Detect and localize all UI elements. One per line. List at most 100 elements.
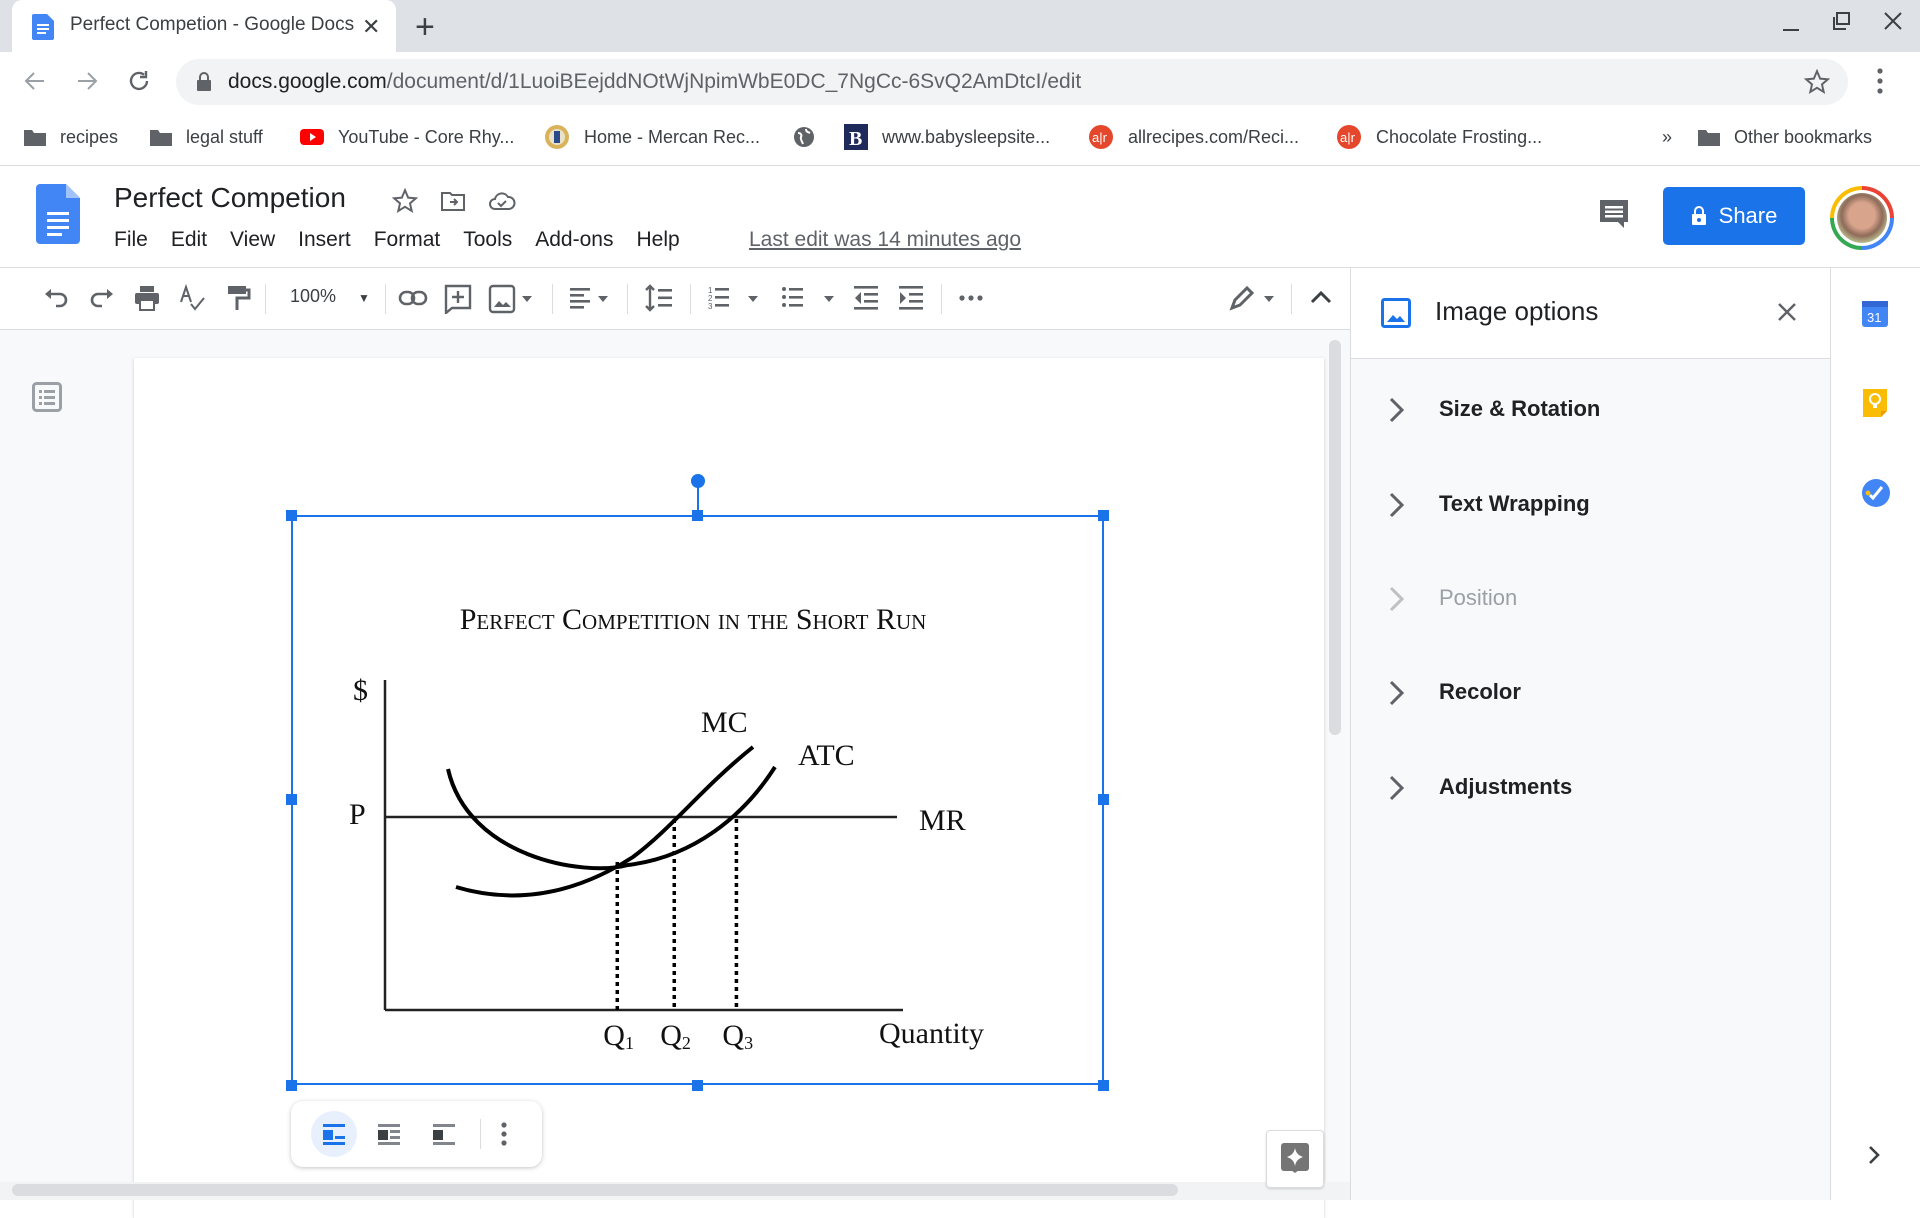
expand-panel-icon[interactable] bbox=[1867, 1144, 1883, 1166]
resize-handle-w[interactable] bbox=[286, 794, 297, 805]
avatar-photo bbox=[1837, 193, 1887, 243]
image-icon bbox=[1381, 298, 1411, 328]
move-to-folder-icon[interactable] bbox=[440, 188, 466, 214]
section-label: Size & Rotation bbox=[1439, 396, 1601, 421]
undo-icon[interactable] bbox=[42, 284, 70, 312]
collapse-menus-icon[interactable] bbox=[1308, 284, 1334, 310]
insert-link-icon[interactable] bbox=[398, 284, 428, 312]
window-close-icon[interactable] bbox=[1882, 10, 1904, 32]
tab-close-icon[interactable]: ✕ bbox=[362, 14, 380, 40]
account-avatar[interactable] bbox=[1830, 186, 1894, 250]
editing-mode-icon[interactable] bbox=[1228, 284, 1278, 312]
allrecipes-icon: a|r bbox=[1088, 124, 1114, 150]
bookmark-label: legal stuff bbox=[186, 126, 263, 147]
google-docs-favicon-icon bbox=[32, 14, 54, 40]
more-options-icon[interactable] bbox=[958, 294, 984, 302]
zoom-select[interactable]: 100% ▼ bbox=[290, 286, 370, 307]
last-edit-link[interactable]: Last edit was 14 minutes ago bbox=[749, 228, 1021, 252]
image-selection-frame[interactable] bbox=[291, 515, 1104, 1085]
insert-image-icon[interactable] bbox=[488, 284, 534, 314]
redo-icon[interactable] bbox=[88, 284, 116, 312]
add-comment-icon[interactable] bbox=[444, 284, 472, 314]
comments-icon[interactable] bbox=[1598, 198, 1630, 230]
bookmark-legal-stuff[interactable]: legal stuff bbox=[150, 122, 263, 152]
restore-icon[interactable] bbox=[1830, 10, 1852, 32]
menu-view[interactable]: View bbox=[230, 228, 275, 252]
browser-tab[interactable]: Perfect Competion - Google Docs ✕ bbox=[12, 0, 396, 52]
toolbar-divider bbox=[385, 284, 386, 314]
other-bookmarks[interactable]: Other bookmarks bbox=[1698, 122, 1872, 152]
bookmark-label: Home - Mercan Rec... bbox=[584, 126, 761, 147]
star-icon[interactable] bbox=[392, 188, 418, 214]
increase-indent-icon[interactable] bbox=[897, 284, 925, 312]
line-spacing-icon[interactable] bbox=[644, 284, 674, 312]
resize-handle-e[interactable] bbox=[1098, 794, 1109, 805]
formatting-toolbar: 100% ▼ 123 bbox=[0, 268, 1350, 330]
resize-handle-n[interactable] bbox=[692, 510, 703, 521]
vertical-scrollbar[interactable] bbox=[1329, 340, 1341, 735]
section-recolor[interactable]: Recolor bbox=[1351, 661, 1831, 721]
bookmarks-overflow[interactable]: » bbox=[1662, 122, 1672, 152]
share-button[interactable]: Share bbox=[1663, 187, 1805, 245]
address-bar[interactable]: docs.google.com/document/d/1LuoiBEejddNO… bbox=[176, 59, 1848, 105]
chevron-right-icon bbox=[1387, 679, 1407, 707]
resize-handle-sw[interactable] bbox=[286, 1080, 297, 1091]
document-title[interactable]: Perfect Competion bbox=[114, 182, 346, 214]
document-outline-icon[interactable] bbox=[32, 382, 62, 412]
image-more-options-icon[interactable] bbox=[499, 1121, 509, 1147]
panel-close-icon[interactable] bbox=[1775, 300, 1799, 324]
horizontal-scrollbar[interactable] bbox=[12, 1184, 1178, 1196]
paint-format-icon[interactable] bbox=[224, 284, 252, 312]
spellcheck-icon[interactable] bbox=[178, 284, 206, 312]
menu-help[interactable]: Help bbox=[636, 228, 679, 252]
menu-file[interactable]: File bbox=[114, 228, 148, 252]
share-label: Share bbox=[1718, 203, 1778, 228]
bookmark-recipes[interactable]: recipes bbox=[24, 122, 118, 152]
bookmark-chocolate-frosting[interactable]: a|r Chocolate Frosting... bbox=[1336, 122, 1542, 152]
svg-text:B: B bbox=[849, 128, 862, 150]
rotate-handle[interactable] bbox=[691, 474, 705, 488]
forward-icon[interactable] bbox=[74, 68, 100, 94]
menu-format[interactable]: Format bbox=[374, 228, 441, 252]
section-size-rotation[interactable]: Size & Rotation bbox=[1351, 378, 1831, 438]
section-text-wrapping[interactable]: Text Wrapping bbox=[1351, 473, 1831, 533]
keep-icon[interactable] bbox=[1861, 388, 1889, 418]
resize-handle-s[interactable] bbox=[692, 1080, 703, 1091]
inline-icon bbox=[323, 1124, 345, 1145]
bookmark-allrecipes[interactable]: a|r allrecipes.com/Reci... bbox=[1088, 122, 1299, 152]
section-label: Adjustments bbox=[1439, 774, 1573, 799]
menu-add-ons[interactable]: Add-ons bbox=[535, 228, 613, 252]
wrap-text-button[interactable] bbox=[366, 1111, 412, 1157]
bookmark-youtube[interactable]: YouTube - Core Rhy... bbox=[300, 122, 514, 152]
bookmark-label: Chocolate Frosting... bbox=[1376, 126, 1543, 147]
menu-insert[interactable]: Insert bbox=[298, 228, 351, 252]
print-icon[interactable] bbox=[133, 284, 161, 312]
bookmark-mercan[interactable]: Home - Mercan Rec... bbox=[544, 122, 760, 152]
reload-icon[interactable] bbox=[126, 68, 152, 94]
section-adjustments[interactable]: Adjustments bbox=[1351, 756, 1831, 816]
bookmark-babysleepsite[interactable]: B www.babysleepsite... bbox=[844, 122, 1050, 152]
resize-handle-ne[interactable] bbox=[1098, 510, 1109, 521]
resize-handle-se[interactable] bbox=[1098, 1080, 1109, 1091]
explore-button[interactable] bbox=[1266, 1130, 1324, 1188]
section-position: Position bbox=[1351, 567, 1831, 627]
bulleted-list-icon[interactable] bbox=[780, 284, 840, 312]
cloud-saved-icon[interactable] bbox=[488, 188, 516, 214]
align-icon[interactable] bbox=[568, 284, 614, 312]
minimize-icon[interactable] bbox=[1780, 10, 1802, 32]
decrease-indent-icon[interactable] bbox=[852, 284, 880, 312]
bookmark-globe[interactable] bbox=[792, 122, 830, 152]
numbered-list-icon[interactable]: 123 bbox=[706, 284, 766, 312]
new-tab-icon[interactable]: + bbox=[415, 8, 435, 47]
menu-tools[interactable]: Tools bbox=[463, 228, 512, 252]
bookmark-star-icon[interactable] bbox=[1804, 69, 1830, 95]
break-text-button[interactable] bbox=[421, 1111, 467, 1157]
menu-edit[interactable]: Edit bbox=[171, 228, 207, 252]
browser-menu-icon[interactable] bbox=[1874, 66, 1886, 96]
resize-handle-nw[interactable] bbox=[286, 510, 297, 521]
wrap-inline-button[interactable] bbox=[311, 1111, 357, 1157]
calendar-icon[interactable]: 31 bbox=[1861, 298, 1889, 328]
google-docs-logo-icon[interactable] bbox=[36, 184, 80, 244]
back-icon[interactable] bbox=[22, 68, 48, 94]
tasks-icon[interactable] bbox=[1861, 478, 1891, 508]
